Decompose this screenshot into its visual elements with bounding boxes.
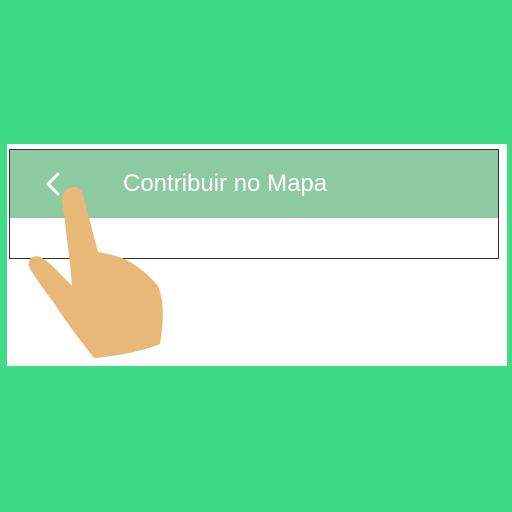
page-title: Contribuir no Mapa bbox=[123, 170, 328, 197]
chevron-left-icon bbox=[46, 172, 60, 196]
app-bar: Contribuir no Mapa bbox=[10, 150, 498, 218]
back-button[interactable] bbox=[34, 164, 74, 204]
app-window: Contribuir no Mapa bbox=[9, 149, 499, 259]
